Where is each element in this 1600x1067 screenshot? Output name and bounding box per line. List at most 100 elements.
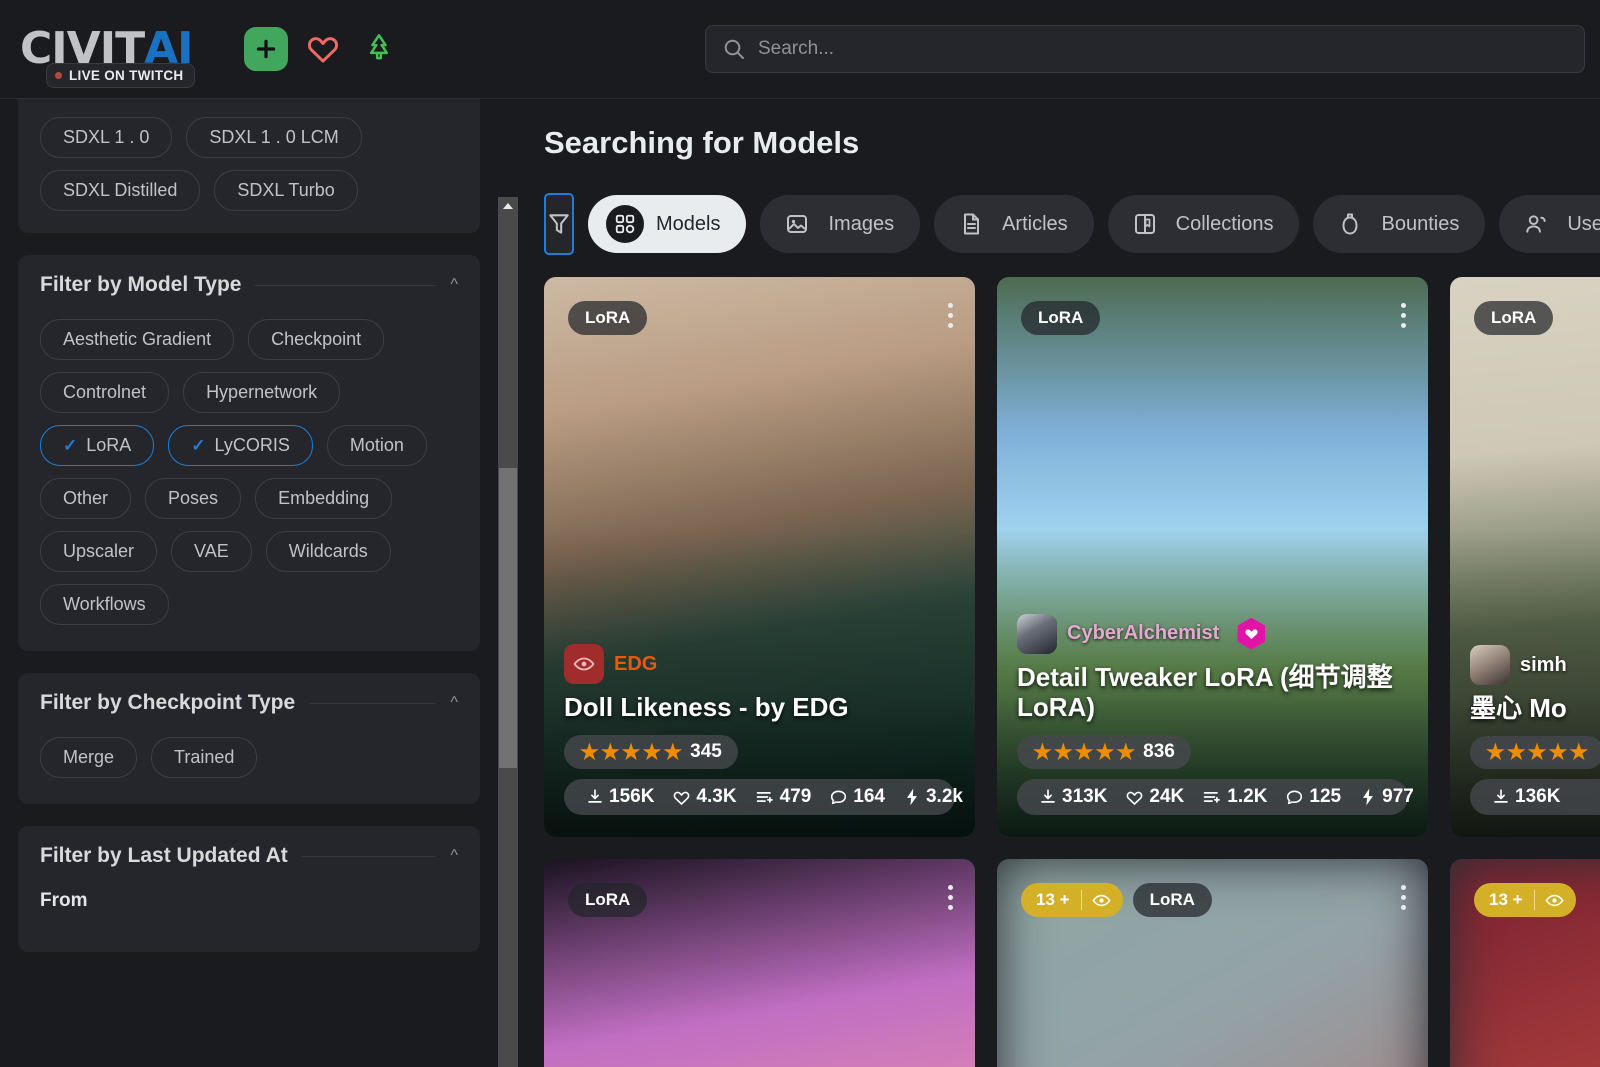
model-type-chip[interactable]: VAE (171, 531, 252, 572)
card-menu-button[interactable] (948, 303, 953, 328)
card-user-row[interactable]: simh (1470, 645, 1600, 686)
tab-label: Models (656, 212, 721, 235)
filters-sidebar[interactable]: SDXL 1 . 0 SDXL 1 . 0 LCM SDXL Distilled SD… (0, 99, 498, 1067)
chevron-up-icon[interactable]: ^ (450, 695, 458, 711)
tab-collections[interactable]: Collections (1107, 195, 1300, 253)
model-card[interactable]: 13 + LoRA (997, 859, 1428, 1067)
chip-label: LoRA (86, 435, 132, 455)
creator-avatar (1470, 645, 1510, 686)
card-user-row[interactable]: CyberAlchemist (1017, 613, 1408, 654)
last-updated-panel: Filter by Last Updated At ^ From (18, 826, 480, 952)
stat-energy: 3.2k (897, 786, 969, 808)
stat-value: 156K (609, 786, 655, 807)
chevron-up-icon[interactable]: ^ (450, 277, 458, 293)
filter-toggle-button[interactable] (544, 193, 574, 255)
model-card[interactable]: LoRA CyberAlchemist Detail Tweaker LoRA (细… (997, 277, 1428, 837)
model-type-chip[interactable]: Wildcards (265, 531, 391, 572)
dot (1401, 905, 1406, 910)
model-type-chip[interactable]: ✓ LyCORIS (168, 425, 313, 466)
checkpoint-type-header[interactable]: Filter by Checkpoint Type ^ (40, 691, 458, 715)
stats-pill: 313K 24K 1.2K 125 977 (1017, 779, 1414, 815)
model-type-chip[interactable]: Poses (145, 478, 242, 519)
sidebar-scrollbar-thumb[interactable] (499, 468, 517, 768)
plus-icon (256, 39, 276, 59)
card-menu-button[interactable] (1401, 303, 1406, 328)
stat-value: 479 (779, 786, 812, 807)
chip-label: Embedding (278, 488, 370, 508)
tab-bounties[interactable]: Bounties (1313, 195, 1486, 253)
stats-pill: 156K 4.3K 479 164 3.2k (564, 779, 963, 815)
card-menu-button[interactable] (948, 885, 953, 910)
chip-label: SDXL Distilled (63, 180, 178, 200)
holiday-tree-button[interactable] (358, 28, 400, 70)
card-menu-button[interactable] (1401, 885, 1406, 910)
model-type-chip[interactable]: Other (40, 478, 132, 519)
rating-pill: ★ ★ ★ ★ ★ 345 (564, 735, 738, 769)
model-type-chip[interactable]: Aesthetic Gradient (40, 319, 235, 360)
rating-count: 345 (690, 741, 722, 762)
stat-downloads: 136K (1486, 786, 1566, 808)
model-type-badge: LoRA (568, 301, 648, 335)
live-on-twitch-badge[interactable]: LIVE ON TWITCH (46, 63, 196, 88)
tab-images[interactable]: Images (760, 195, 921, 253)
model-type-chip[interactable]: Motion (326, 425, 427, 466)
search-bar[interactable] (705, 25, 1585, 73)
model-type-header[interactable]: Filter by Model Type ^ (40, 273, 458, 297)
model-type-chip[interactable]: Upscaler (40, 531, 158, 572)
base-model-chip[interactable]: SDXL 1 . 0 (40, 117, 173, 158)
nsfw-rating-badge[interactable]: 13 + (1021, 883, 1123, 917)
model-type-chip[interactable]: Embedding (255, 478, 393, 519)
model-card[interactable]: LoRA (544, 859, 975, 1067)
model-card[interactable]: LoRA EDG Doll Likeness - by EDG ★ ★ ★ ★ ★ 345 156… (544, 277, 975, 837)
model-type-chip[interactable]: Controlnet (40, 372, 170, 413)
checkpoint-type-panel: Filter by Checkpoint Type ^ Merge Trained (18, 673, 480, 804)
search-icon (724, 39, 744, 59)
star-icon: ★ (642, 740, 662, 764)
nsfw-rating-badge[interactable]: 13 + (1474, 883, 1576, 917)
stat-value: 4.3K (696, 786, 737, 807)
tips-icon (755, 788, 775, 806)
card-badges: LoRA (568, 301, 648, 335)
model-type-chip[interactable]: Checkpoint (248, 319, 385, 360)
chevron-up-icon[interactable]: ^ (450, 848, 458, 864)
model-title: 墨心 Mo (1470, 693, 1567, 724)
add-button[interactable] (244, 27, 288, 71)
model-type-chip[interactable]: Workflows (40, 584, 169, 625)
star-icon: ★ (600, 740, 620, 764)
rating-count: 836 (1143, 741, 1175, 762)
base-model-chip[interactable]: SDXL Distilled (40, 170, 201, 211)
dot (1401, 895, 1406, 900)
star-icon: ★ (1506, 741, 1526, 764)
stat-value: 1.2K (1227, 786, 1268, 807)
from-label: From (40, 890, 88, 911)
creator-avatar (1017, 613, 1057, 654)
checkpoint-type-chip[interactable]: Trained (151, 737, 258, 778)
stat-energy: 977 (1353, 786, 1420, 808)
base-model-chip[interactable]: SDXL 1 . 0 LCM (186, 117, 362, 158)
base-model-chip[interactable]: SDXL Turbo (214, 170, 358, 211)
stat-tips: 1.2K (1196, 786, 1273, 808)
model-card[interactable]: 13 + (1450, 859, 1600, 1067)
tab-users[interactable]: Users (1499, 195, 1600, 253)
tab-articles[interactable]: Articles (934, 195, 1094, 253)
model-type-chip[interactable]: Hypernetwork (183, 372, 341, 413)
energy-icon (1359, 787, 1377, 807)
creator-username: CyberAlchemist (1067, 622, 1220, 645)
star-icon: ★ (1569, 741, 1589, 764)
model-title: Detail Tweaker LoRA (细节调整LoRA) (1017, 661, 1393, 723)
checkpoint-type-chip[interactable]: Merge (40, 737, 138, 778)
civitai-logo[interactable]: CIVIT AI LIVE ON TWITCH (20, 19, 216, 88)
favorites-button[interactable] (302, 28, 344, 70)
model-title: Doll Likeness - by EDG (564, 692, 849, 723)
scroll-up-arrow-icon[interactable] (498, 197, 518, 215)
search-input[interactable] (758, 38, 1568, 60)
model-type-panel: Filter by Model Type ^ Aesthetic Gradien… (18, 255, 480, 651)
card-badges: 13 + (1474, 883, 1576, 917)
model-type-chip[interactable]: ✓ LoRA (40, 425, 155, 466)
tab-models[interactable]: Models (588, 195, 747, 253)
model-card[interactable]: LoRA simh 墨心 Mo ★ ★ ★ ★ ★ 136K (1450, 277, 1600, 837)
chip-label: Trained (174, 747, 235, 767)
creator-username: EDG (614, 652, 658, 675)
last-updated-header[interactable]: Filter by Last Updated At ^ (40, 844, 458, 868)
card-user-row[interactable]: EDG (564, 644, 955, 685)
